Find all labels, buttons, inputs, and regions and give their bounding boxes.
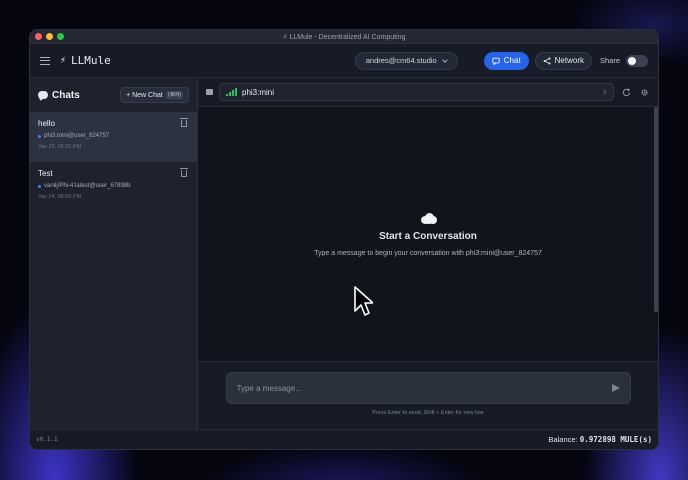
chat-date: Jan 28, 05:28 PM bbox=[38, 144, 82, 150]
new-chat-button[interactable]: + New Chat (⌘N) bbox=[120, 87, 189, 103]
send-icon[interactable] bbox=[611, 384, 620, 392]
balance-value: 0.972898 MULE(s) bbox=[579, 435, 652, 444]
speech-bubble-icon bbox=[38, 91, 48, 101]
chat-icon bbox=[492, 57, 500, 65]
chat-model-name: vanilj/Phi-4:latest@user_67898b bbox=[44, 183, 131, 189]
thought-bubble-icon bbox=[419, 211, 437, 225]
model-icon bbox=[206, 89, 213, 95]
header-actions: andres@cm64.studio Chat Network Share bbox=[354, 51, 648, 70]
brand-name: LLMule bbox=[71, 54, 111, 67]
sidebar-header: Chats + New Chat (⌘N) bbox=[30, 78, 197, 112]
trash-icon[interactable] bbox=[180, 118, 188, 127]
model-status-dot bbox=[38, 134, 41, 138]
chats-heading: Chats bbox=[38, 90, 80, 101]
chats-title: Chats bbox=[52, 89, 80, 101]
scrollbar[interactable] bbox=[654, 107, 658, 312]
app-version: v0.1.1 bbox=[36, 436, 58, 443]
mouse-pointer-icon bbox=[354, 286, 373, 316]
close-window-button[interactable] bbox=[35, 33, 42, 40]
message-area: Start a Conversation Type a message to b… bbox=[198, 107, 658, 361]
new-chat-shortcut: (⌘N) bbox=[165, 91, 183, 99]
message-input[interactable] bbox=[236, 383, 612, 393]
chat-title: hello bbox=[38, 119, 55, 128]
user-email: andres@cm64.studio bbox=[365, 56, 437, 65]
empty-state-title: Start a Conversation bbox=[379, 231, 477, 242]
trash-icon[interactable] bbox=[180, 168, 188, 177]
share-nodes-icon bbox=[543, 57, 551, 64]
network-tab-button[interactable]: Network bbox=[534, 51, 592, 70]
title-bar: ⚡ LLMule - Decentralized AI Computing bbox=[30, 30, 658, 44]
chat-tab-label: Chat bbox=[503, 56, 521, 65]
chat-content: phi3:mini ⇕ Start a Conversation Type a … bbox=[198, 78, 658, 429]
brand: ⚡ LLMule bbox=[60, 54, 111, 67]
chat-sidebar: Chats + New Chat (⌘N) hello phi3:mini@us… bbox=[30, 78, 198, 429]
main-area: Chats + New Chat (⌘N) hello phi3:mini@us… bbox=[30, 78, 658, 429]
empty-state-subtitle: Type a message to begin your conversatio… bbox=[314, 250, 542, 257]
window-title: ⚡ LLMule - Decentralized AI Computing bbox=[282, 33, 406, 41]
app-header: ⚡ LLMule andres@cm64.studio Chat Network… bbox=[30, 44, 658, 78]
user-dropdown[interactable]: andres@cm64.studio bbox=[354, 51, 458, 70]
hamburger-menu-icon[interactable] bbox=[40, 56, 50, 65]
model-bar: phi3:mini ⇕ bbox=[198, 78, 658, 107]
composer-hint: Press Enter to send, Shift + Enter for n… bbox=[372, 410, 484, 416]
model-status-dot bbox=[38, 184, 41, 188]
window-controls bbox=[35, 33, 64, 40]
chat-date: Jan 24, 08:50 PM bbox=[38, 194, 82, 200]
network-tab-label: Network bbox=[554, 56, 584, 65]
share-toggle[interactable] bbox=[626, 54, 648, 67]
chat-list-item[interactable]: Test vanilj/Phi-4:latest@user_67898b Jan… bbox=[30, 162, 197, 212]
minimize-window-button[interactable] bbox=[46, 33, 53, 40]
maximize-window-button[interactable] bbox=[57, 33, 64, 40]
message-box bbox=[225, 372, 631, 404]
balance-label: Balance: bbox=[548, 435, 578, 444]
select-arrows-icon: ⇕ bbox=[601, 89, 607, 96]
chat-model: vanilj/Phi-4:latest@user_67898b bbox=[38, 183, 189, 189]
chevron-down-icon bbox=[441, 56, 448, 63]
message-composer: Press Enter to send, Shift + Enter for n… bbox=[198, 361, 658, 429]
balance: Balance: 0.972898 MULE(s) bbox=[548, 435, 652, 444]
chat-title: Test bbox=[38, 169, 53, 178]
model-select[interactable]: phi3:mini ⇕ bbox=[219, 83, 614, 101]
share-label: Share bbox=[599, 56, 620, 65]
signal-strength-icon bbox=[226, 88, 237, 96]
bolt-icon: ⚡ bbox=[60, 55, 67, 66]
new-chat-label: + New Chat bbox=[126, 91, 163, 99]
chat-list-item[interactable]: hello phi3:mini@user_824757 Jan 28, 05:2… bbox=[30, 112, 197, 162]
chat-tab-button[interactable]: Chat bbox=[483, 51, 529, 70]
refresh-icon[interactable] bbox=[620, 86, 632, 98]
status-bar: v0.1.1 Balance: 0.972898 MULE(s) bbox=[30, 429, 658, 449]
chat-model-name: phi3:mini@user_824757 bbox=[44, 133, 110, 139]
gear-icon[interactable] bbox=[638, 86, 650, 98]
app-window: ⚡ LLMule - Decentralized AI Computing ⚡ … bbox=[29, 29, 659, 450]
selected-model: phi3:mini bbox=[242, 87, 275, 97]
chat-model: phi3:mini@user_824757 bbox=[38, 133, 189, 139]
